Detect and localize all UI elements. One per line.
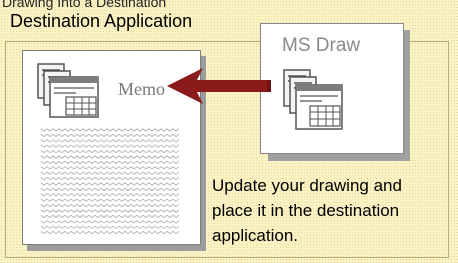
- left-arrow-icon: [167, 68, 271, 104]
- memo-text-line: [41, 160, 180, 165]
- memo-text-line: [41, 187, 180, 192]
- memo-label: Memo: [118, 79, 165, 99]
- caption-line-1: Update your drawing and: [212, 176, 402, 195]
- memo-text-line: [41, 220, 180, 224]
- document-table-icon: [283, 69, 343, 130]
- memo-text-line: [41, 209, 180, 213]
- memo-text-line: [41, 225, 180, 229]
- memo-text-line: [41, 198, 180, 202]
- memo-text-line: [41, 133, 180, 138]
- caption-line-2: place it in the destination: [212, 201, 400, 220]
- caption-line-3: application.: [212, 226, 299, 245]
- memo-text-line: [41, 155, 180, 159]
- memo-text-line: [41, 230, 180, 235]
- memo-text-line: [41, 176, 180, 181]
- caption: Update your drawing and place it in the …: [212, 173, 452, 248]
- memo-text-line: [41, 149, 180, 154]
- memo-text-line: [41, 166, 180, 170]
- memo-text-line: [41, 171, 180, 175]
- memo-text-line: [41, 144, 180, 148]
- diagram-canvas: Drawing Into a Destination Destination A…: [0, 0, 458, 263]
- document-table-icon: [37, 63, 99, 118]
- cut-off-heading: Drawing Into a Destination: [2, 0, 167, 10]
- memo-text-line: [41, 128, 180, 132]
- ms-draw-window: MS Draw: [260, 23, 404, 154]
- memo-text-line: [41, 203, 180, 208]
- memo-text-lines: [41, 128, 180, 235]
- memo-text-line: [41, 214, 180, 219]
- memo-text-line: [41, 139, 180, 143]
- memo-text-line: [41, 193, 180, 197]
- destination-application-title: Destination Application: [10, 11, 193, 31]
- memo-text-line: [41, 182, 180, 186]
- ms-draw-label: MS Draw: [282, 35, 361, 56]
